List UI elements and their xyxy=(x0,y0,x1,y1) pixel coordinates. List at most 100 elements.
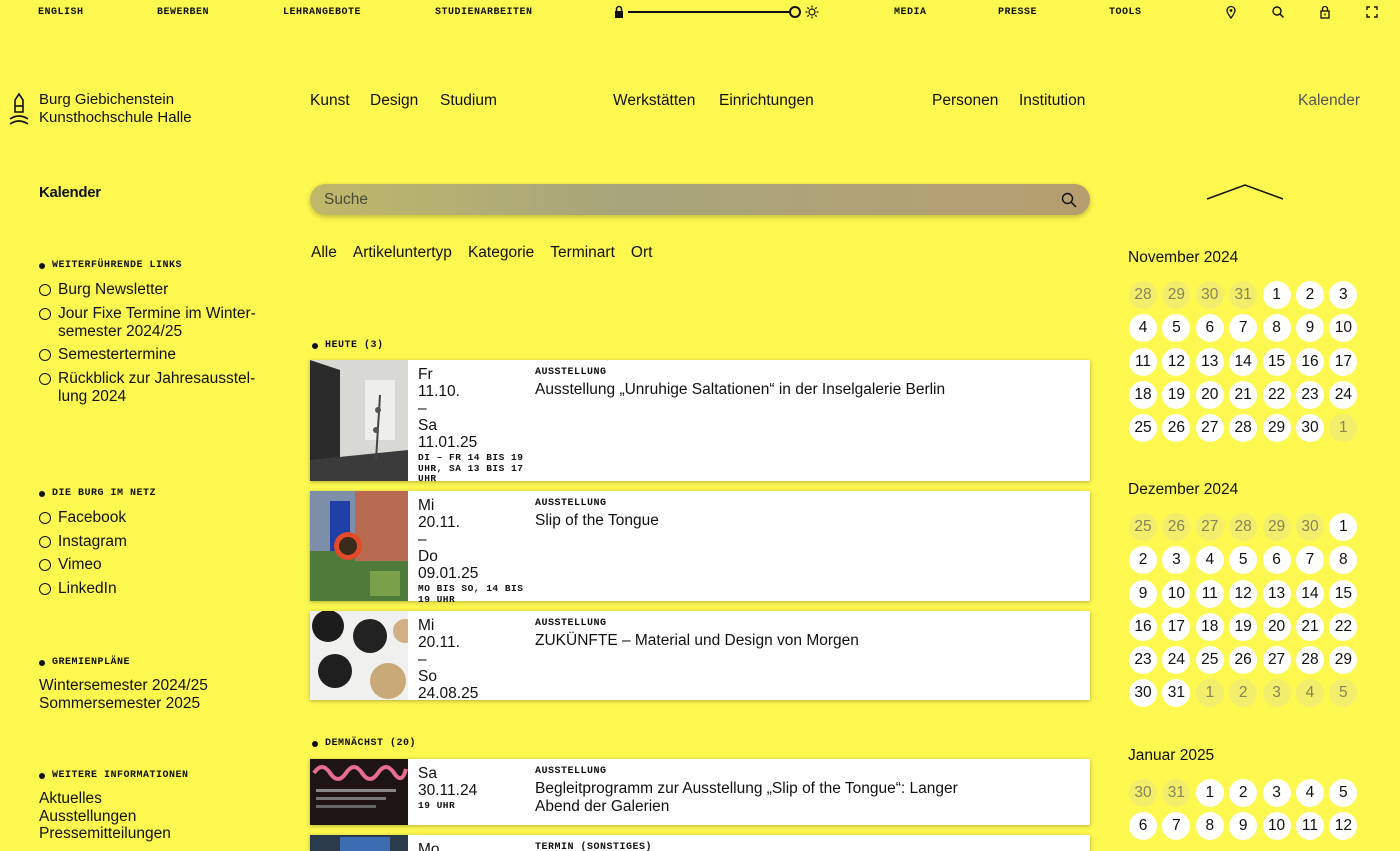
link-rueckblick[interactable]: Rückblick zur Jahresausstel-lung 2024 xyxy=(39,370,269,406)
event-card[interactable]: Mi 20.11. – Do 09.01.25 MO BIS SO, 14 BI… xyxy=(310,491,1090,604)
calendar-day[interactable]: 3 xyxy=(1262,679,1291,708)
calendar-day[interactable]: 8 xyxy=(1262,314,1291,343)
calendar-day[interactable]: 30 xyxy=(1195,281,1224,309)
calendar-day[interactable]: 21 xyxy=(1229,380,1258,409)
top-link-media[interactable]: MEDIA xyxy=(894,7,927,18)
calendar-day[interactable]: 30 xyxy=(1129,779,1157,807)
link-linkedin[interactable]: LinkedIn xyxy=(39,580,127,598)
calendar-day[interactable]: 24 xyxy=(1162,646,1191,675)
calendar-day[interactable]: 15 xyxy=(1262,347,1291,376)
link-newsletter[interactable]: Burg Newsletter xyxy=(39,281,269,299)
search-icon[interactable] xyxy=(1061,192,1077,208)
nav-kalender[interactable]: Kalender xyxy=(1298,92,1360,110)
filter-alle[interactable]: Alle xyxy=(311,244,337,262)
calendar-day[interactable]: 14 xyxy=(1295,579,1324,608)
calendar-day[interactable]: 24 xyxy=(1329,380,1358,409)
filter-artikeluntertyp[interactable]: Artikeluntertyp xyxy=(353,244,452,262)
link-vimeo[interactable]: Vimeo xyxy=(39,556,127,574)
calendar-day[interactable]: 17 xyxy=(1162,612,1191,641)
calendar-day[interactable]: 29 xyxy=(1329,646,1358,675)
calendar-day[interactable]: 4 xyxy=(1295,779,1324,807)
calendar-day[interactable]: 17 xyxy=(1329,347,1358,376)
search-input[interactable] xyxy=(324,184,1044,215)
calendar-day[interactable]: 26 xyxy=(1162,513,1191,541)
calendar-day[interactable]: 11 xyxy=(1295,812,1324,841)
event-card[interactable]: Fr 11.10. – Sa 11.01.25 DI – FR 14 BIS 1… xyxy=(310,360,1090,484)
calendar-day[interactable]: 29 xyxy=(1262,414,1291,443)
calendar-day[interactable]: 19 xyxy=(1229,612,1258,641)
calendar-day[interactable]: 18 xyxy=(1129,380,1157,409)
calendar-day[interactable]: 25 xyxy=(1129,414,1157,443)
calendar-day[interactable]: 6 xyxy=(1129,812,1157,841)
calendar-day[interactable]: 5 xyxy=(1229,546,1258,575)
calendar-day[interactable]: 1 xyxy=(1262,281,1291,309)
link-facebook[interactable]: Facebook xyxy=(39,509,127,527)
calendar-day[interactable]: 30 xyxy=(1295,414,1324,443)
calendar-day[interactable]: 12 xyxy=(1329,812,1358,841)
calendar-day[interactable]: 6 xyxy=(1262,546,1291,575)
calendar-day[interactable]: 26 xyxy=(1162,414,1191,443)
calendar-day[interactable]: 3 xyxy=(1162,546,1191,575)
lock-icon[interactable] xyxy=(1318,5,1332,19)
event-title[interactable]: Slip of the Tongue xyxy=(535,512,995,530)
calendar-day[interactable]: 31 xyxy=(1162,779,1191,807)
calendar-day[interactable]: 5 xyxy=(1329,679,1358,708)
calendar-day[interactable]: 28 xyxy=(1129,281,1157,309)
calendar-day[interactable]: 4 xyxy=(1295,679,1324,708)
calendar-day[interactable]: 2 xyxy=(1295,281,1324,309)
calendar-day[interactable]: 19 xyxy=(1162,380,1191,409)
nav-design[interactable]: Design xyxy=(370,92,418,110)
calendar-day[interactable]: 3 xyxy=(1329,281,1358,309)
calendar-day[interactable]: 4 xyxy=(1129,314,1157,343)
calendar-day[interactable]: 13 xyxy=(1262,579,1291,608)
calendar-day[interactable]: 26 xyxy=(1229,646,1258,675)
link-ausstellungen[interactable]: Ausstellungen xyxy=(39,808,171,826)
calendar-day[interactable]: 27 xyxy=(1195,513,1224,541)
calendar-day[interactable]: 11 xyxy=(1129,347,1157,376)
calendar-day[interactable]: 4 xyxy=(1195,546,1224,575)
calendar-day[interactable]: 11 xyxy=(1195,579,1224,608)
calendar-day[interactable]: 6 xyxy=(1195,314,1224,343)
location-icon[interactable] xyxy=(1224,5,1238,19)
calendar-day[interactable]: 28 xyxy=(1229,414,1258,443)
calendar-day[interactable]: 27 xyxy=(1195,414,1224,443)
calendar-day[interactable]: 25 xyxy=(1195,646,1224,675)
calendar-day[interactable]: 7 xyxy=(1229,314,1258,343)
calendar-day[interactable]: 23 xyxy=(1129,646,1157,675)
calendar-day[interactable]: 1 xyxy=(1195,779,1224,807)
calendar-day[interactable]: 12 xyxy=(1162,347,1191,376)
calendar-day[interactable]: 13 xyxy=(1195,347,1224,376)
calendar-day[interactable]: 18 xyxy=(1195,612,1224,641)
event-card[interactable]: Mi 20.11. – So 24.08.25 AUSSTELLUNG ZUKÜ… xyxy=(310,611,1090,702)
link-pressemitteilungen[interactable]: Pressemitteilungen xyxy=(39,825,171,843)
calendar-day[interactable]: 10 xyxy=(1262,812,1291,841)
calendar-day[interactable]: 23 xyxy=(1295,380,1324,409)
calendar-day[interactable]: 29 xyxy=(1262,513,1291,541)
link-wintersemester[interactable]: Wintersemester 2024/25 xyxy=(39,677,208,695)
top-link-presse[interactable]: PRESSE xyxy=(998,7,1037,18)
nav-personen[interactable]: Personen xyxy=(932,92,998,110)
nav-institution[interactable]: Institution xyxy=(1019,92,1085,110)
calendar-day[interactable]: 16 xyxy=(1295,347,1324,376)
calendar-day[interactable]: 2 xyxy=(1229,779,1258,807)
calendar-day[interactable]: 31 xyxy=(1229,281,1258,309)
event-card[interactable]: Mo TERMIN (SONSTIGES) xyxy=(310,835,1090,851)
top-link-lehrangebote[interactable]: LEHRANGEBOTE xyxy=(283,7,361,18)
event-title[interactable]: ZUKÜNFTE – Material und Design von Morge… xyxy=(535,632,995,650)
filter-terminart[interactable]: Terminart xyxy=(550,244,615,262)
link-aktuelles[interactable]: Aktuelles xyxy=(39,790,171,808)
calendar-day[interactable]: 2 xyxy=(1229,679,1258,708)
calendar-day[interactable]: 30 xyxy=(1295,513,1324,541)
link-sommersemester[interactable]: Sommersemester 2025 xyxy=(39,695,208,713)
contrast-slider-handle[interactable] xyxy=(789,6,801,18)
calendar-day[interactable]: 10 xyxy=(1329,314,1358,343)
calendar-day[interactable]: 22 xyxy=(1329,612,1358,641)
calendar-day[interactable]: 1 xyxy=(1195,679,1224,708)
nav-kunst[interactable]: Kunst xyxy=(310,92,350,110)
filter-ort[interactable]: Ort xyxy=(631,244,653,262)
calendar-day[interactable]: 7 xyxy=(1295,546,1324,575)
calendar-day[interactable]: 14 xyxy=(1229,347,1258,376)
burg-logo-icon[interactable] xyxy=(8,92,30,126)
calendar-day[interactable]: 30 xyxy=(1129,679,1157,708)
calendar-day[interactable]: 29 xyxy=(1162,281,1191,309)
